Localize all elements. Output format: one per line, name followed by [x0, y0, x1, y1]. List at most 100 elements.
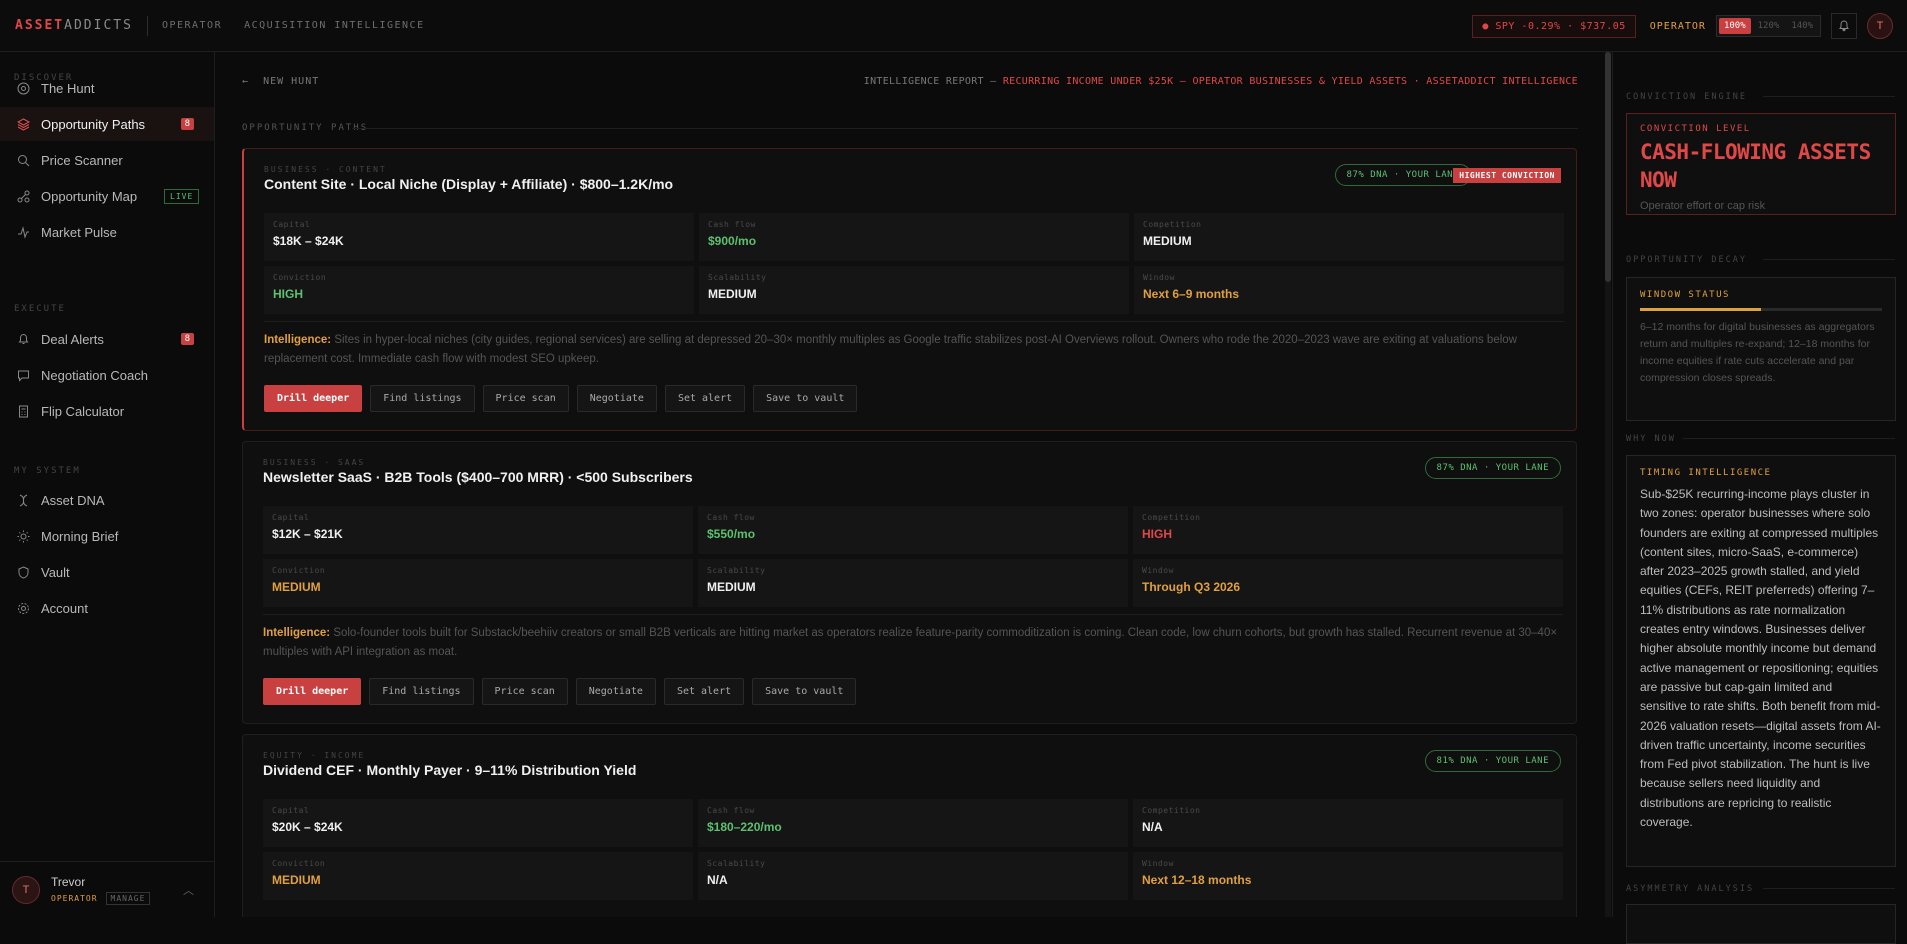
logo[interactable]: ASSET ADDICTS: [15, 18, 133, 33]
negotiate-button[interactable]: Negotiate: [576, 385, 657, 412]
sidebar-item-account[interactable]: Account: [0, 591, 214, 625]
dna-icon: [16, 493, 30, 507]
sidebar-item-deal-alerts[interactable]: Deal Alerts 8: [0, 322, 214, 356]
highest-conviction-badge: HIGHEST CONVICTION: [1453, 168, 1561, 183]
breadcrumb-operator: OPERATOR: [161, 20, 223, 31]
sidebar-item-flip-calculator[interactable]: Flip Calculator: [0, 394, 214, 428]
calculator-icon: [16, 404, 30, 418]
bell-icon: [16, 332, 30, 346]
sidebar-item-opportunity-paths[interactable]: Opportunity Paths 8: [0, 107, 214, 141]
manage-button[interactable]: MANAGE: [105, 891, 151, 905]
window-status-text: 6–12 months for digital businesses as ag…: [1640, 321, 1875, 384]
sidebar-item-negotiation-coach[interactable]: Negotiation Coach: [0, 358, 214, 392]
map-icon: [16, 189, 30, 203]
shield-icon: [16, 565, 30, 579]
metric-competition: Competition N/A: [1133, 799, 1563, 847]
avatar: T: [12, 875, 40, 904]
divider: [1683, 438, 1895, 439]
main-content: ← NEW HUNT INTELLIGENCE REPORT — RECURRI…: [216, 52, 1605, 917]
sidebar-item-asset-dna[interactable]: Asset DNA: [0, 483, 214, 517]
sidebar-item-label: Flip Calculator: [41, 403, 125, 419]
scrollbar-thumb[interactable]: [1605, 52, 1611, 282]
sidebar-item-opportunity-map[interactable]: Opportunity Map LIVE: [0, 179, 214, 213]
sidebar-item-label: Deal Alerts: [41, 331, 104, 347]
negotiate-button[interactable]: Negotiate: [575, 678, 656, 705]
drill-deeper-button[interactable]: Drill deeper: [264, 385, 363, 412]
metric-conviction: Conviction HIGH: [264, 266, 694, 314]
divider: [263, 614, 1563, 615]
metric-cashflow: Cash flow $550/mo: [698, 506, 1128, 554]
conviction-headline-2: NOW: [1640, 168, 1677, 192]
bell-icon[interactable]: [1831, 13, 1857, 39]
layers-icon: [16, 117, 30, 131]
dna-match-badge: 87% DNA · YOUR LANE: [1334, 164, 1471, 186]
dna-match-badge: 81% DNA · YOUR LANE: [1424, 750, 1561, 772]
save-to-vault-button[interactable]: Save to vault: [753, 385, 858, 412]
card-title: Dividend CEF · Monthly Payer · 9–11% Dis…: [263, 762, 637, 778]
sidebar-group-system: MY SYSTEM: [14, 466, 81, 476]
arrow-left-icon: ←: [242, 76, 257, 87]
metrics-grid: Capital $18K – $24K Cash flow $900/mo Comp…: [264, 213, 1564, 314]
window-progress-fill: [1640, 308, 1761, 311]
metric-competition: Competition MEDIUM: [1134, 213, 1564, 261]
sidebar-group-execute: EXECUTE: [14, 304, 66, 314]
drill-deeper-button[interactable]: Drill deeper: [263, 678, 362, 705]
card-title: Content Site · Local Niche (Display + Af…: [264, 176, 674, 192]
metric-competition: Competition HIGH: [1133, 506, 1563, 554]
divider: [1763, 96, 1895, 97]
chevron-up-icon[interactable]: ︿: [183, 882, 194, 898]
zoom-option[interactable]: 120%: [1753, 18, 1785, 34]
metric-conviction: Conviction MEDIUM: [263, 852, 693, 900]
scrollbar[interactable]: [1605, 52, 1611, 917]
divider: [264, 321, 1564, 322]
dna-match-badge: 87% DNA · YOUR LANE: [1424, 457, 1561, 479]
action-bar: Drill deeper Find listings Price scan Ne…: [263, 678, 857, 705]
target-icon: [16, 81, 30, 95]
metric-capital: Capital $12K – $21K: [263, 506, 693, 554]
divider: [1763, 888, 1895, 889]
avatar[interactable]: T: [1867, 13, 1893, 39]
intelligence-text: Intelligence: Solo-founder tools built f…: [263, 627, 1558, 658]
price-scan-button[interactable]: Price scan: [482, 385, 569, 412]
metric-scalability: Scalability N/A: [698, 852, 1128, 900]
sidebar-item-price-scanner[interactable]: Price Scanner: [0, 143, 214, 177]
metric-window: Window Next 12–18 months: [1133, 852, 1563, 900]
set-alert-button[interactable]: Set alert: [663, 678, 745, 705]
sidebar-item-label: Asset DNA: [41, 492, 105, 508]
conviction-label: CONVICTION LEVEL: [1640, 124, 1751, 134]
metrics-grid: Capital $20K – $24K Cash flow $180–220/mo …: [263, 799, 1563, 900]
sidebar-item-label: Market Pulse: [41, 224, 117, 240]
sidebar-item-vault[interactable]: Vault: [0, 555, 214, 589]
gear-icon: [16, 601, 30, 615]
set-alert-button[interactable]: Set alert: [664, 385, 746, 412]
sidebar-item-morning-brief[interactable]: Morning Brief: [0, 519, 214, 553]
sidebar-item-the-hunt[interactable]: The Hunt: [0, 71, 214, 105]
user-menu[interactable]: T Trevor OPERATOR MANAGE ︿: [0, 861, 214, 917]
intelligence-text: Intelligence: Sites in hyper-local niche…: [264, 334, 1517, 365]
save-to-vault-button[interactable]: Save to vault: [752, 678, 857, 705]
sidebar-item-label: The Hunt: [41, 80, 95, 96]
window-status-box: WINDOW STATUS 6–12 months for digital bu…: [1626, 277, 1896, 421]
zoom-option[interactable]: 140%: [1786, 18, 1818, 34]
live-badge: LIVE: [164, 188, 200, 204]
timing-box: TIMING INTELLIGENCE Sub-$25K recurring-i…: [1626, 455, 1896, 867]
price-scan-button[interactable]: Price scan: [481, 678, 568, 705]
section-title: OPPORTUNITY PATHS: [242, 123, 369, 133]
metric-conviction: Conviction MEDIUM: [263, 559, 693, 607]
metric-capital: Capital $20K – $24K: [263, 799, 693, 847]
back-link[interactable]: ← NEW HUNT: [242, 76, 319, 87]
sidebar-item-market-pulse[interactable]: Market Pulse: [0, 215, 214, 249]
opportunity-card: BUSINESS · CONTENT Content Site · Local …: [242, 148, 1577, 431]
find-listings-button[interactable]: Find listings: [370, 385, 475, 412]
zoom-option[interactable]: 100%: [1718, 18, 1751, 34]
card-title: Newsletter SaaS · B2B Tools ($400–700 MR…: [263, 469, 693, 485]
card-tag: BUSINESS · SAAS: [263, 458, 366, 467]
market-ticker[interactable]: ● SPY -0.29% · $737.05: [1472, 14, 1636, 38]
metric-scalability: Scalability MEDIUM: [699, 266, 1129, 314]
window-progress-bar: [1640, 308, 1882, 311]
sidebar-item-label: Account: [41, 600, 88, 616]
conviction-box: CONVICTION LEVEL CASH-FLOWING ASSETS NOW…: [1626, 113, 1896, 215]
top-bar: ASSET ADDICTS OPERATOR ACQUISITION INTELL…: [0, 0, 1907, 52]
find-listings-button[interactable]: Find listings: [369, 678, 474, 705]
section-title: CONVICTION ENGINE: [1626, 92, 1747, 102]
